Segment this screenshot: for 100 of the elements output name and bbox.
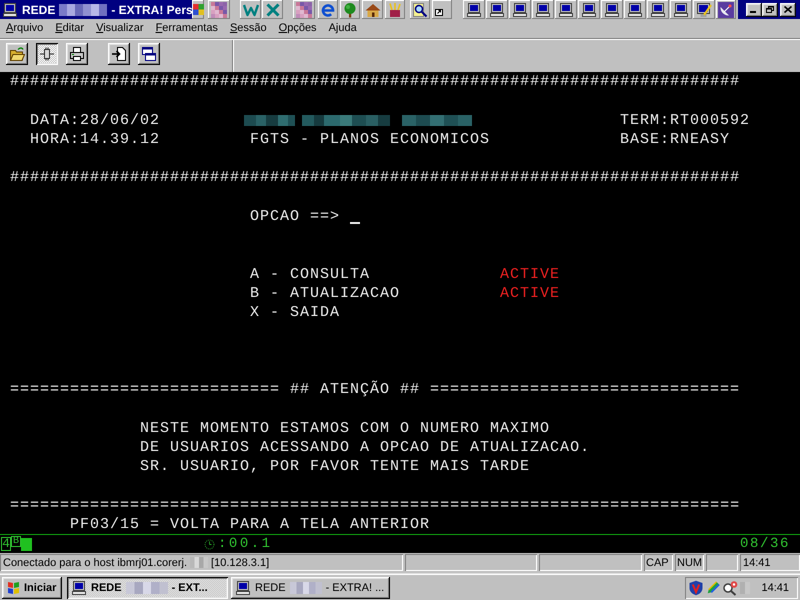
launch-button[interactable] <box>385 0 405 19</box>
launch-button[interactable] <box>693 0 715 19</box>
pixelated-redaction <box>126 582 168 594</box>
block-icon <box>21 538 32 550</box>
system-title: FGTS - PLANOS ECONOMICOS <box>250 130 490 149</box>
notice-text: NESTE MOMENTO ESTAMOS COM O NUMERO MAXIMO DE USUARIOS ACESSANDO A OPCAO DE ATUALIZACAO. SR. USUARIO, POR FAVOR TENTE MAIS TARDE <box>140 418 590 476</box>
menu-item[interactable]: Sessão <box>224 21 273 36</box>
shield-icon <box>688 580 704 596</box>
time-text: HORA:14.39.12 <box>30 130 160 149</box>
toolbar-button[interactable] <box>66 43 88 65</box>
stacked-windows-icon <box>141 46 157 62</box>
satellite-dish-icon <box>718 2 734 18</box>
pixelated-icon <box>211 2 227 18</box>
letter-x-icon <box>264 2 280 18</box>
magnifier-icon <box>722 580 738 596</box>
taskbar-button[interactable]: REDE - EXTRA! ... <box>231 576 390 598</box>
small-window-icon <box>435 9 443 16</box>
toolbar-button[interactable] <box>6 43 28 65</box>
launch-button[interactable] <box>555 0 577 19</box>
menu-option: A - CONSULTA <box>250 264 370 284</box>
timer-text: :00.1 <box>218 536 273 552</box>
computer-icon <box>71 580 87 596</box>
menu-item[interactable]: Opções <box>272 21 323 36</box>
status-clock: 14:41 <box>740 554 800 571</box>
plug-icon <box>39 46 55 62</box>
window-title: - EXTRA! Pers <box>111 2 193 16</box>
menu-item[interactable]: Arquivo <box>0 21 50 36</box>
launch-button[interactable] <box>647 0 669 19</box>
taskbar-button[interactable]: REDE - EXT... <box>67 576 228 598</box>
cursor-position: 08/36 <box>740 536 790 552</box>
menu-item[interactable]: Editar <box>49 21 90 36</box>
separator-text: ========================================================================= <box>10 496 740 515</box>
printer-icon <box>69 46 85 62</box>
separator-text: ######################################################################### <box>10 72 740 92</box>
pixelated-redaction <box>190 557 208 568</box>
computer-icon <box>235 580 251 596</box>
window-title: REDE <box>22 2 56 16</box>
launch-button[interactable] <box>624 0 646 19</box>
brushes-icon <box>387 2 403 18</box>
launch-button[interactable] <box>362 0 383 19</box>
option-status: ACTIVE <box>500 284 560 303</box>
key-indicator: CAP <box>644 554 673 571</box>
open-folder-icon <box>9 46 25 62</box>
launch-button[interactable] <box>578 0 600 19</box>
minimize-button[interactable] <box>746 2 762 16</box>
launch-button[interactable] <box>716 0 736 19</box>
launch-button[interactable] <box>192 0 204 19</box>
page-arrow-icon <box>111 46 127 62</box>
launch-button[interactable] <box>509 0 531 19</box>
flag-icon <box>6 580 22 596</box>
base-text: BASE:RNEASY <box>620 130 730 149</box>
search-icon <box>412 2 428 18</box>
menu-item[interactable]: Ferramentas <box>150 21 224 36</box>
letter-e-icon <box>320 2 336 18</box>
restore-icon <box>766 6 774 13</box>
status-panel <box>706 554 738 571</box>
four-squares-icon <box>192 4 204 15</box>
option-status: ACTIVE <box>500 264 560 284</box>
tray-clock: 14:41 <box>761 582 790 594</box>
computer-icon <box>2 2 18 18</box>
pixelated-redaction <box>59 4 108 16</box>
restore-button[interactable] <box>762 2 778 16</box>
toolbar-button[interactable] <box>138 43 160 65</box>
launch-button[interactable] <box>463 0 485 19</box>
prompt-label: OPCAO ==> <box>250 206 340 226</box>
launch-button[interactable] <box>432 0 452 19</box>
key-indicator: NUM <box>675 554 704 571</box>
close-icon <box>784 6 792 13</box>
pixelated-icon <box>296 2 312 18</box>
pixelated-redaction <box>290 582 322 594</box>
launch-button[interactable] <box>410 0 430 19</box>
session-indicator: 4 <box>1 537 11 551</box>
menu-option: X - SAIDA <box>250 303 340 322</box>
launch-button[interactable] <box>532 0 554 19</box>
menu-item[interactable]: Visualizar <box>90 21 150 36</box>
notice-heading: ## ATENÇÃO ## <box>290 380 420 400</box>
close-button[interactable] <box>780 2 796 16</box>
pixelated-redaction <box>740 582 750 594</box>
status-message: Conectado para o host ibmrj01.corerj. <box>3 556 188 568</box>
clock-icon <box>204 538 216 550</box>
start-button[interactable]: Iniciar <box>2 576 62 598</box>
menu-item[interactable]: Ajuda <box>322 21 363 36</box>
menu-option: B - ATUALIZACAO <box>250 284 400 303</box>
function-key-hint: PF03/15 = VOLTA PARA A TELA ANTERIOR <box>70 514 430 534</box>
launch-button[interactable] <box>486 0 508 19</box>
status-message: [10.128.3.1] <box>211 556 270 568</box>
toolbar-button[interactable] <box>36 43 58 65</box>
terminal-id-text: TERM:RT000592 <box>620 110 750 130</box>
separator-text: ######################################################################### <box>10 168 740 188</box>
launch-button[interactable] <box>318 0 338 19</box>
separator-text: =============================== <box>430 380 740 400</box>
launch-button[interactable] <box>670 0 692 19</box>
letter-w-icon <box>242 2 258 18</box>
house-icon <box>364 2 380 18</box>
separator-text: =========================== <box>10 380 280 400</box>
toolbar-button[interactable] <box>108 43 130 65</box>
launch-button[interactable] <box>601 0 623 19</box>
tree-icon <box>342 2 358 18</box>
date-text: DATA:28/06/02 <box>30 110 160 130</box>
pen-icon <box>706 580 720 594</box>
